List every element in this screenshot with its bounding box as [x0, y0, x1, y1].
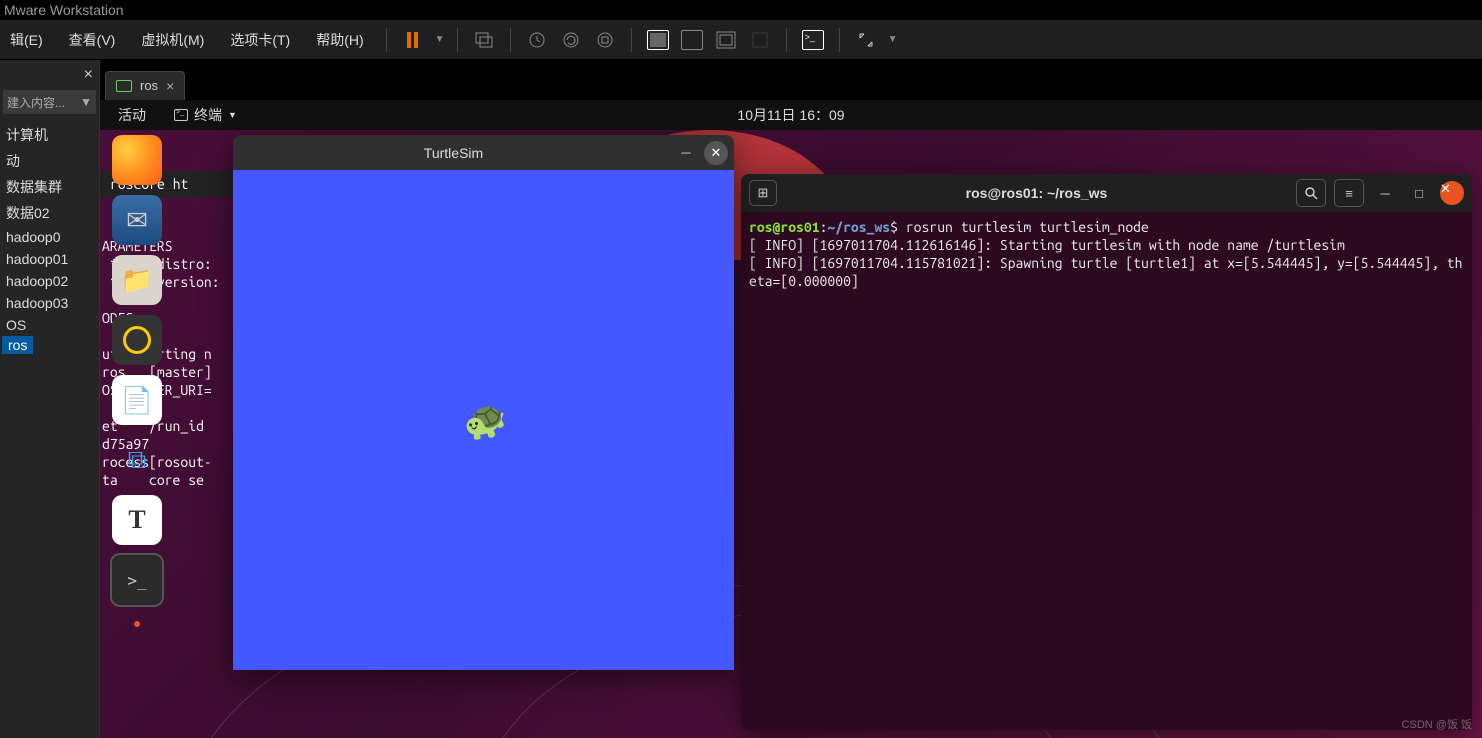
close-button[interactable]: ✕ [1440, 181, 1464, 205]
vm-display-area: 活动 终端 ▼ 10月11日 16：09 ✉ 📁 📄 ⧉ T roscore h… [100, 100, 1482, 738]
tree-item[interactable]: 计算机 [2, 122, 97, 148]
divider [457, 28, 458, 52]
menu-view[interactable]: 查看(V) [59, 24, 126, 56]
send-ctrl-alt-del-button[interactable] [470, 26, 498, 54]
vmware-title-bar: Mware Workstation [0, 0, 1482, 20]
divider [786, 28, 787, 52]
tree-item[interactable]: hadoop02 [2, 270, 97, 292]
sidebar-close-icon[interactable]: × [84, 66, 93, 84]
fullscreen-button[interactable] [712, 26, 740, 54]
turtlesim-titlebar[interactable]: TurtleSim ─ ✕ [233, 135, 734, 170]
watermark: CSDN @饭 饭 [1402, 716, 1472, 732]
terminal-titlebar[interactable]: ⊞ ros@ros01: ~/ros_ws ≡ ─ □ ✕ [741, 174, 1472, 212]
terminal-body[interactable]: ros@ros01:~/ros_ws$ rosrun turtlesim tur… [741, 212, 1472, 296]
tab-close-icon[interactable]: × [166, 78, 174, 94]
vm-tab-ros[interactable]: ros × [105, 71, 185, 101]
tree-item[interactable]: 数据02 [2, 200, 97, 226]
divider [631, 28, 632, 52]
dock-libreoffice-icon[interactable]: 📄 [112, 375, 162, 425]
output-line: [ INFO] [1697011704.115781021]: Spawning… [749, 255, 1462, 289]
clock[interactable]: 10月11日 16：09 [737, 105, 844, 125]
close-button[interactable]: ✕ [704, 141, 728, 165]
vmware-sidebar: × 建入内容... ▼ 计算机 动 数据集群 数据02 hadoop0 hado… [0, 60, 100, 738]
vm-tab-icon [116, 80, 132, 92]
vm-tab-label: ros [140, 78, 158, 93]
prompt-path: ~/ros_ws [827, 219, 890, 235]
turtlesim-window[interactable]: TurtleSim ─ ✕ 🐢 [233, 135, 734, 670]
turtlesim-title: TurtleSim [239, 145, 668, 161]
tree-item[interactable]: OS [2, 314, 97, 336]
dock-text-editor-icon[interactable]: T [112, 495, 162, 545]
new-tab-button[interactable]: ⊞ [749, 180, 777, 206]
terminal-icon [174, 109, 188, 121]
menu-vm[interactable]: 虚拟机(M) [131, 24, 214, 56]
hamburger-menu-button[interactable]: ≡ [1334, 179, 1364, 207]
tree-item[interactable]: hadoop01 [2, 248, 97, 270]
dock-thunderbird-icon[interactable]: ✉ [112, 195, 162, 245]
minimize-button[interactable]: ─ [674, 141, 698, 165]
terminal-title: ros@ros01: ~/ros_ws [785, 185, 1288, 201]
prompt-user: ros@ros01 [749, 219, 820, 235]
pause-dropdown[interactable]: ▼ [435, 34, 445, 45]
app-menu-terminal[interactable]: 终端 ▼ [164, 105, 247, 125]
dock-vscode-icon[interactable]: ⧉ [112, 435, 162, 485]
stretch-dropdown[interactable]: ▼ [888, 34, 898, 45]
search-placeholder: 建入内容... [7, 94, 65, 111]
ubuntu-dock: ✉ 📁 📄 ⧉ T [106, 135, 168, 627]
output-line: [ INFO] [1697011704.112616146]: Starting… [749, 237, 1345, 253]
unity-button[interactable] [746, 26, 774, 54]
minimize-button[interactable]: ─ [1372, 186, 1398, 201]
view-single-button[interactable] [644, 26, 672, 54]
tree-item[interactable]: hadoop0 [2, 226, 97, 248]
search-icon [1304, 186, 1318, 200]
vmware-menubar: 辑(E) 查看(V) 虚拟机(M) 选项卡(T) 帮助(H) ▼ >_ ▼ [0, 20, 1482, 60]
sidebar-tree: 计算机 动 数据集群 数据02 hadoop0 hadoop01 hadoop0… [0, 118, 99, 361]
stretch-button[interactable] [852, 26, 880, 54]
command-text: rosrun turtlesim turtlesim_node [906, 219, 1149, 235]
dock-running-indicator [134, 621, 140, 627]
app-menu-label: 终端 [194, 105, 222, 125]
turtlesim-canvas[interactable]: 🐢 [233, 170, 734, 670]
divider [839, 28, 840, 52]
terminal-window[interactable]: ⊞ ros@ros01: ~/ros_ws ≡ ─ □ ✕ ros@ros01:… [741, 174, 1472, 730]
dock-firefox-icon[interactable] [112, 135, 162, 185]
dock-terminal-icon[interactable] [112, 555, 162, 605]
activities-button[interactable]: 活动 [100, 105, 164, 125]
dock-files-icon[interactable]: 📁 [112, 255, 162, 305]
tree-item[interactable]: hadoop03 [2, 292, 97, 314]
dock-rhythmbox-icon[interactable] [112, 315, 162, 365]
snapshot-button[interactable] [523, 26, 551, 54]
tree-item[interactable]: 数据集群 [2, 174, 97, 200]
divider [510, 28, 511, 52]
menu-help[interactable]: 帮助(H) [306, 24, 373, 56]
tree-item-selected[interactable]: ros [2, 336, 33, 354]
divider [386, 28, 387, 52]
view-multi-button[interactable] [678, 26, 706, 54]
sidebar-search-input[interactable]: 建入内容... ▼ [3, 90, 96, 114]
chevron-down-icon: ▼ [228, 110, 237, 120]
tree-item[interactable]: 动 [2, 148, 97, 174]
revert-button[interactable] [557, 26, 585, 54]
manage-snapshot-button[interactable] [591, 26, 619, 54]
pause-button[interactable] [399, 26, 427, 54]
vmware-title-text: Mware Workstation [4, 2, 124, 18]
menu-edit[interactable]: 辑(E) [0, 24, 53, 56]
menu-tabs[interactable]: 选项卡(T) [220, 24, 300, 56]
console-button[interactable]: >_ [799, 26, 827, 54]
vm-tab-bar: ros × [105, 68, 185, 103]
ubuntu-topbar: 活动 终端 ▼ 10月11日 16：09 [100, 100, 1482, 130]
dropdown-icon: ▼ [80, 95, 92, 109]
maximize-button[interactable]: □ [1406, 186, 1432, 201]
search-button[interactable] [1296, 179, 1326, 207]
turtle-icon: 🐢 [458, 395, 512, 447]
